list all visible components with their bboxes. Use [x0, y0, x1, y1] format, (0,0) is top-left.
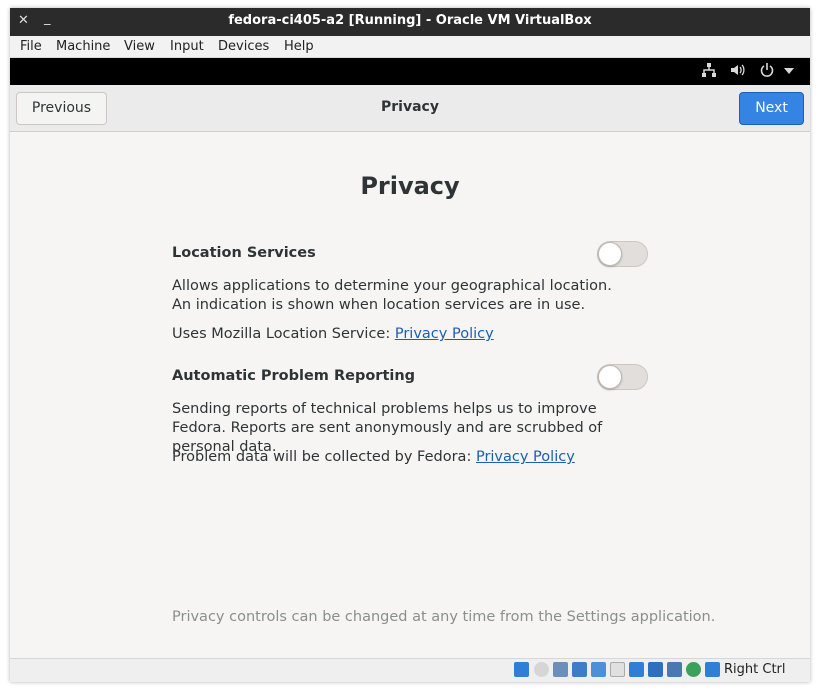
- reporting-policy-prefix: Problem data will be collected by Fedora…: [172, 449, 476, 465]
- usb-icon[interactable]: [591, 662, 606, 677]
- guest-top-bar: [10, 58, 810, 85]
- power-icon[interactable]: [759, 62, 775, 82]
- cpu-icon[interactable]: [686, 662, 701, 677]
- location-policy-prefix: Uses Mozilla Location Service:: [172, 326, 395, 342]
- footer-note: Privacy controls can be changed at any t…: [172, 609, 716, 625]
- menu-bar: File Machine View Input Devices Help: [10, 36, 810, 58]
- menu-input[interactable]: Input: [170, 39, 204, 54]
- shared-folder-icon[interactable]: [610, 662, 625, 677]
- host-key-label: Right Ctrl: [724, 662, 786, 677]
- location-policy-line: Uses Mozilla Location Service: Privacy P…: [172, 326, 494, 342]
- mouse-integration-icon[interactable]: [667, 662, 682, 677]
- location-services-toggle[interactable]: [597, 241, 648, 267]
- reporting-policy-line: Problem data will be collected by Fedora…: [172, 449, 575, 465]
- network-icon[interactable]: [701, 62, 717, 82]
- page-title: Privacy: [360, 172, 460, 200]
- reporting-privacy-policy-link[interactable]: Privacy Policy: [476, 449, 575, 465]
- next-button[interactable]: Next: [739, 92, 804, 125]
- menu-file[interactable]: File: [20, 39, 42, 54]
- menu-devices[interactable]: Devices: [218, 39, 269, 54]
- video-capture-icon[interactable]: [648, 662, 663, 677]
- privacy-page: Privacy Location Services Allows applica…: [10, 132, 810, 658]
- header-bar: Previous Privacy Next: [10, 85, 810, 132]
- location-services-description: Allows applications to determine your ge…: [172, 278, 612, 313]
- optical-drive-icon[interactable]: [534, 662, 549, 677]
- vm-status-bar: Right Ctrl: [10, 658, 810, 682]
- display-icon[interactable]: [629, 662, 644, 677]
- toggle-knob: [598, 242, 622, 266]
- problem-reporting-toggle[interactable]: [597, 364, 648, 390]
- audio-icon[interactable]: [553, 662, 568, 677]
- title-bar: ✕ _ fedora-ci405-a2 [Running] - Oracle V…: [10, 8, 810, 36]
- menu-view[interactable]: View: [124, 39, 155, 54]
- virtualbox-window: ✕ _ fedora-ci405-a2 [Running] - Oracle V…: [10, 8, 810, 682]
- location-services-label: Location Services: [172, 245, 316, 261]
- volume-icon[interactable]: [729, 62, 745, 82]
- menu-machine[interactable]: Machine: [56, 39, 110, 54]
- dropdown-arrow-icon[interactable]: [783, 62, 795, 82]
- toggle-knob: [598, 365, 622, 389]
- header-title: Privacy: [381, 99, 439, 115]
- keyboard-icon[interactable]: [705, 662, 720, 677]
- menu-help[interactable]: Help: [284, 39, 314, 54]
- problem-reporting-label: Automatic Problem Reporting: [172, 368, 416, 384]
- network-adapter-icon[interactable]: [572, 662, 587, 677]
- location-privacy-policy-link[interactable]: Privacy Policy: [395, 326, 494, 342]
- hard-disk-icon[interactable]: [514, 662, 529, 677]
- window-title: fedora-ci405-a2 [Running] - Oracle VM Vi…: [228, 13, 592, 28]
